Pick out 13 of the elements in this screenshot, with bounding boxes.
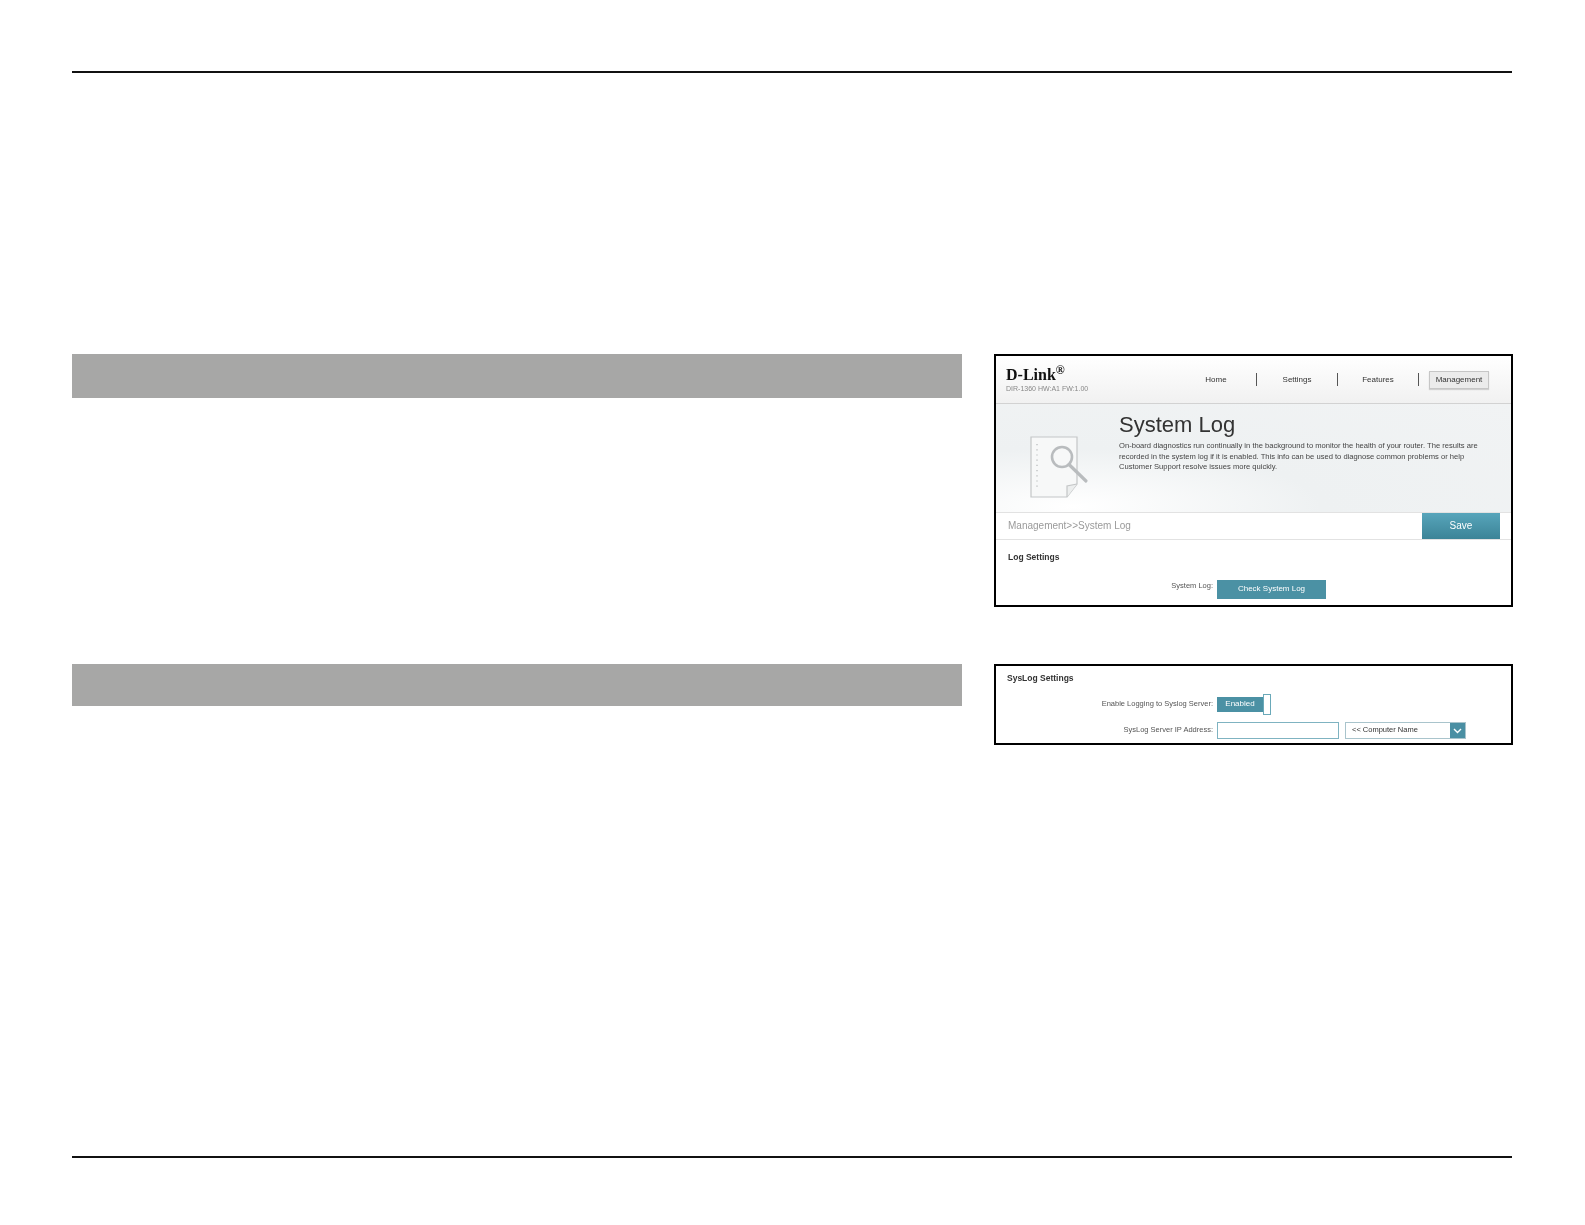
- nav-tab[interactable]: Settings: [1267, 370, 1327, 389]
- section-heading: SysLog Settings: [1006, 672, 1075, 684]
- brand-logo: D-Link$^{®}$: [1006, 366, 1066, 383]
- chevron-down-icon: [1450, 722, 1465, 738]
- breadcrumb-text: Management>>System Log: [1008, 521, 1131, 531]
- nav-tab[interactable]: Features: [1348, 370, 1408, 389]
- document-search-icon: [1029, 436, 1089, 498]
- nav-tab[interactable]: Home: [1186, 370, 1246, 389]
- page-title: System Log: [1119, 412, 1237, 438]
- nav-tab[interactable]: Management: [1429, 370, 1489, 389]
- section-heading: Log Settings: [1007, 552, 1061, 563]
- ip-address-field[interactable]: [1217, 721, 1339, 739]
- check-log-button[interactable]: Check System Log: [1217, 579, 1326, 599]
